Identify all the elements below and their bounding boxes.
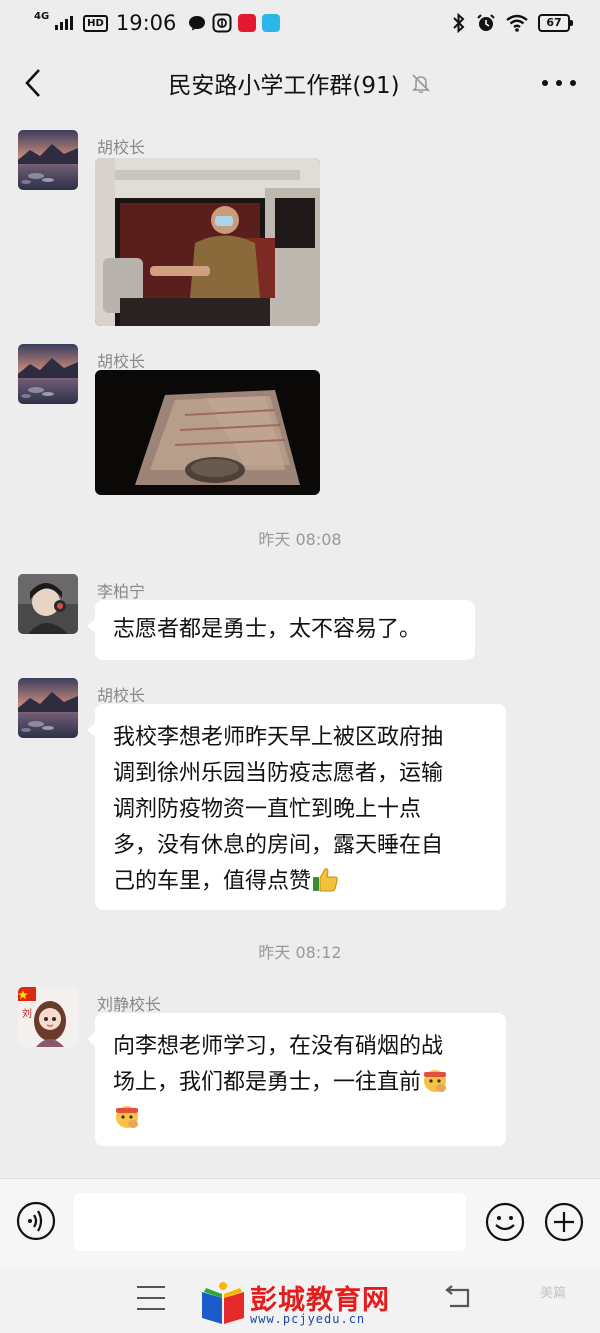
hd-icon: HD [83, 14, 108, 32]
more-button[interactable] [542, 70, 576, 96]
plus-icon [544, 1202, 584, 1242]
return-icon [445, 1285, 470, 1308]
smiley-icon [485, 1202, 525, 1242]
status-bar: 4G HD 19:06 67 [0, 0, 600, 46]
image-message[interactable] [95, 370, 320, 495]
bell-muted-icon [410, 72, 432, 94]
book-logo-icon [202, 1282, 244, 1324]
time-separator: 昨天 08:08 [258, 530, 342, 549]
chat-header: 民安路小学工作群(91) [0, 52, 600, 114]
text-message[interactable]: 志愿者都是勇士，太不容易了。 [87, 600, 475, 660]
alarm-icon [477, 14, 495, 31]
plus-button[interactable] [543, 1201, 585, 1243]
bluetooth-icon [453, 13, 465, 33]
site-logo: 彭城教育网 www.pcjyedu.cn [198, 1278, 413, 1330]
status-time: 19:06 [115, 11, 177, 35]
avatar[interactable] [18, 678, 78, 738]
menu-button[interactable] [137, 1286, 165, 1310]
blue-app-icon [262, 14, 281, 32]
svg-text:刘: 刘 [22, 1008, 32, 1020]
sender-name: 李柏宁 [97, 582, 146, 601]
avatar[interactable]: 刘 [18, 987, 78, 1047]
bank-app-icon [212, 13, 232, 33]
time-separator: 昨天 08:12 [258, 943, 342, 962]
text-message[interactable]: 向李想老师学习，在没有硝烟的战 场上，我们都是勇士，一往直前 [87, 1013, 506, 1146]
chat-title: 民安路小学工作群(91) [168, 73, 400, 99]
chevron-left-icon [25, 69, 40, 97]
text-message[interactable]: 我校李想老师昨天早上被区政府抽 调到徐州乐园当防疫志愿者，运输 调剂防疫物资一直… [87, 704, 506, 910]
network-type: 4G [34, 11, 50, 22]
signal-icon [55, 16, 74, 30]
thumbs-up-icon [311, 865, 339, 893]
avatar[interactable] [18, 574, 78, 634]
sender-name: 胡校长 [97, 352, 146, 371]
emoji-button[interactable] [484, 1201, 526, 1243]
red-app-icon [238, 14, 257, 32]
avatar[interactable] [18, 344, 78, 404]
sender-name: 胡校长 [97, 686, 146, 705]
sender-name: 刘静校长 [97, 995, 162, 1014]
message-input[interactable] [74, 1193, 466, 1251]
message-text-line: 场上，我们都是勇士，一往直前 [113, 1070, 422, 1095]
sender-name: 胡校长 [97, 138, 146, 157]
message-bubble-icon [189, 16, 206, 31]
message-text-line: 调剂防疫物资一直忙到晚上十点 [113, 797, 422, 822]
message-text-line: 我校李想老师昨天早上被区政府抽 [113, 725, 444, 750]
voice-icon [16, 1201, 56, 1241]
message-text-line: 向李想老师学习，在没有硝烟的战 [113, 1034, 444, 1059]
back-button[interactable] [16, 66, 50, 100]
nav-back-button[interactable] [442, 1284, 474, 1312]
voice-button[interactable] [16, 1201, 56, 1241]
input-bar [0, 1178, 600, 1268]
watermark: 美篇 [540, 1286, 567, 1301]
wifi-icon [506, 14, 528, 32]
message-text-line: 调到徐州乐园当防疫志愿者，运输 [113, 761, 444, 786]
fighting-face-icon [421, 1066, 449, 1094]
message-text-line: 多，没有休息的房间，露天睡在自 [113, 833, 444, 858]
logo-url: www.pcjyedu.cn [250, 1312, 366, 1326]
avatar[interactable] [18, 130, 78, 190]
image-message[interactable] [95, 158, 320, 326]
battery-icon: 67 [538, 14, 573, 32]
message-text-line: 己的车里，值得点赞 [113, 869, 312, 894]
system-nav-bar: 彭城教育网 www.pcjyedu.cn 美篇 [0, 1268, 600, 1333]
fighting-face-icon [113, 1102, 141, 1130]
message-text: 志愿者都是勇士，太不容易了。 [113, 617, 422, 642]
